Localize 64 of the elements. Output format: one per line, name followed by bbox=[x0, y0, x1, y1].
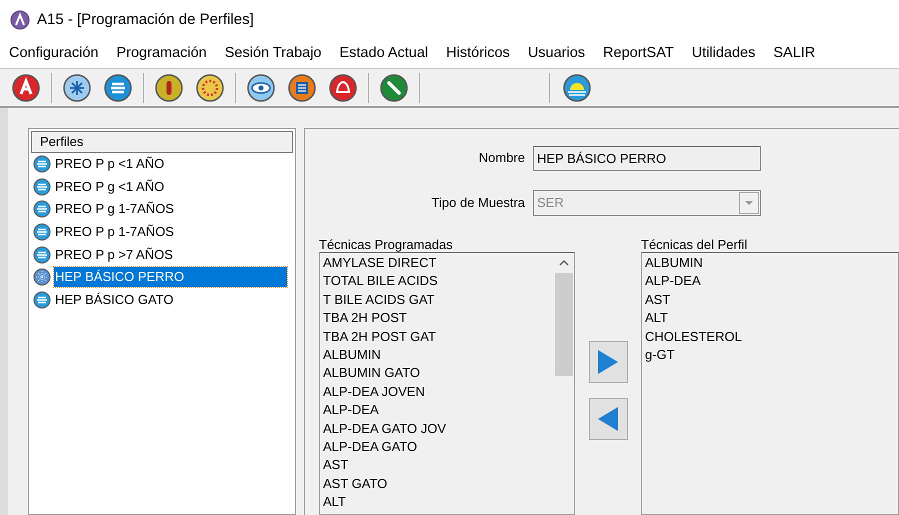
technique-item[interactable]: ALP-DEA bbox=[642, 272, 898, 291]
window-title: A15 - [Programación de Perfiles] bbox=[37, 10, 254, 30]
dotted-globe-icon bbox=[33, 268, 51, 286]
menu-item[interactable]: Estado Actual bbox=[339, 43, 428, 65]
stack-icon bbox=[33, 290, 51, 309]
technique-item[interactable]: TBA 2H POST GAT bbox=[320, 328, 554, 346]
list-title: Técnicas del Perfil bbox=[641, 236, 748, 252]
menu-item[interactable]: Programación bbox=[116, 43, 207, 65]
menu-item[interactable]: Usuarios bbox=[528, 43, 586, 65]
field-label: Nombre bbox=[478, 149, 526, 168]
test-tube-icon[interactable] bbox=[154, 72, 184, 102]
app-logo-icon bbox=[10, 10, 30, 30]
technique-item[interactable]: AST bbox=[642, 290, 898, 310]
profile-item[interactable]: PREO P p 1-7AÑOS bbox=[54, 222, 175, 242]
a-logo-icon[interactable] bbox=[11, 72, 41, 102]
remove-button[interactable] bbox=[588, 398, 628, 440]
technique-item[interactable]: ALP-DEA bbox=[320, 401, 554, 420]
technique-item[interactable]: T BILE ACIDS GAT bbox=[320, 290, 554, 310]
stack-icon bbox=[33, 246, 51, 264]
column-header: Perfiles bbox=[31, 131, 293, 153]
menu-item[interactable]: Sesión Trabajo bbox=[224, 43, 322, 65]
technique-item[interactable]: ALP-DEA GATO bbox=[320, 438, 554, 456]
menu-item[interactable]: Utilidades bbox=[692, 43, 756, 65]
document-icon[interactable] bbox=[287, 72, 317, 102]
stack-icon bbox=[33, 223, 51, 242]
profile-item[interactable]: HEP BÁSICO GATO bbox=[54, 290, 174, 310]
list-title: Técnicas Programadas bbox=[319, 236, 454, 252]
profile-item[interactable]: PREO P p >7 AÑOS bbox=[54, 244, 174, 265]
profile-item[interactable]: PREO P p <1 AÑO bbox=[54, 154, 166, 174]
profile-item[interactable]: PREO P g <1 AÑO bbox=[54, 176, 166, 197]
menu-item[interactable]: Configuración bbox=[9, 43, 98, 65]
technique-item[interactable]: ALP-DEA GATO JOV bbox=[320, 420, 554, 438]
left-arrow-icon bbox=[596, 405, 620, 433]
technique-item[interactable]: TBA 2H POST bbox=[320, 309, 554, 328]
right-arrow-icon bbox=[596, 348, 620, 376]
technique-item[interactable]: AMYLASE DIRECT bbox=[320, 254, 554, 272]
asterisk-icon[interactable] bbox=[62, 72, 92, 102]
technique-item[interactable]: CHOLESTEROL bbox=[642, 328, 898, 346]
technique-item[interactable]: TOTAL BILE ACIDS bbox=[320, 272, 554, 291]
technique-item[interactable]: ALBUMIN GATO bbox=[320, 364, 554, 383]
technique-item[interactable]: g-GT bbox=[642, 346, 898, 364]
profile-item[interactable]: PREO P g 1-7AÑOS bbox=[54, 199, 175, 220]
stack-icon bbox=[33, 178, 51, 196]
menu-item[interactable]: Históricos bbox=[446, 43, 510, 65]
eye-icon[interactable] bbox=[246, 72, 276, 102]
add-button[interactable] bbox=[588, 341, 628, 383]
field-label: Tipo de Muestra bbox=[430, 194, 526, 212]
sunrise-icon[interactable] bbox=[562, 72, 592, 102]
technique-item[interactable]: ALBUMIN bbox=[320, 346, 554, 364]
stack-icon bbox=[33, 200, 51, 218]
technique-item[interactable]: ALP-DEA JOVEN bbox=[320, 382, 554, 402]
technique-item[interactable]: ALT bbox=[642, 309, 898, 328]
stack-icon bbox=[33, 155, 51, 174]
technique-item[interactable]: AST bbox=[320, 456, 554, 475]
name-field[interactable]: HEP BÁSICO PERRO bbox=[533, 146, 761, 170]
scroll-thumb[interactable] bbox=[555, 273, 573, 376]
profile-item[interactable]: HEP BÁSICO PERRO bbox=[54, 267, 287, 288]
dotted-ring-icon[interactable] bbox=[195, 72, 225, 102]
technique-item[interactable]: AST GATO bbox=[320, 474, 554, 494]
menu-item[interactable]: SALIR bbox=[773, 43, 816, 65]
technique-item[interactable]: ALT bbox=[320, 493, 554, 512]
stack-icon[interactable] bbox=[103, 72, 133, 102]
menu-item[interactable]: ReportSAT bbox=[603, 43, 674, 65]
technique-item[interactable]: ALBUMIN bbox=[642, 254, 898, 272]
